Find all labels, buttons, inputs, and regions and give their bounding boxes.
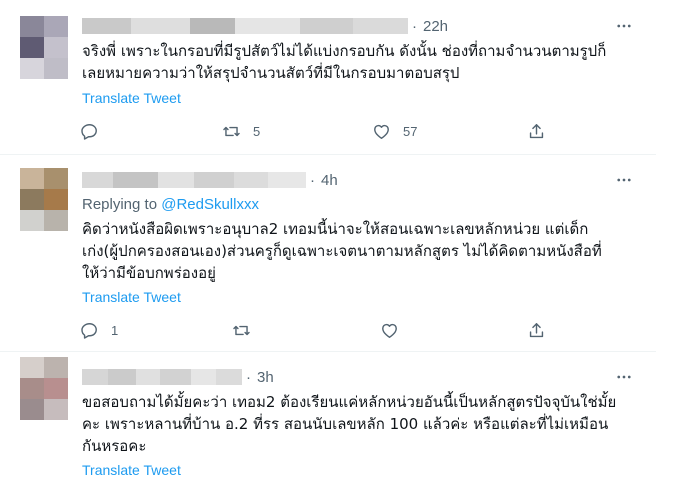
separator-dot: · bbox=[412, 17, 417, 35]
retweet-icon bbox=[223, 126, 240, 136]
tweet-header: · 4h bbox=[82, 170, 338, 190]
like-icon bbox=[382, 323, 397, 338]
retweet-button[interactable]: 5 bbox=[222, 120, 260, 142]
share-button[interactable] bbox=[527, 120, 546, 142]
avatar-pixel bbox=[44, 399, 68, 420]
avatar-pixel bbox=[44, 58, 68, 79]
tweet-text: คิดว่าหนังสือผิดเพราะอนุบาล2 เทอมนี้น่าจ… bbox=[82, 220, 602, 282]
translate-tweet-link[interactable]: Translate Tweet bbox=[82, 462, 181, 478]
more-horizontal-icon[interactable] bbox=[614, 170, 634, 190]
tweet-header: · 3h bbox=[82, 367, 274, 387]
blurred-username[interactable] bbox=[82, 18, 408, 34]
reply-button[interactable] bbox=[80, 120, 111, 142]
reply-count: 1 bbox=[111, 322, 119, 338]
more-horizontal-icon[interactable] bbox=[614, 16, 634, 36]
separator-dot: · bbox=[310, 171, 315, 189]
blurred-username[interactable] bbox=[82, 172, 306, 188]
reply-icon bbox=[81, 123, 97, 140]
translate-tweet-link[interactable]: Translate Tweet bbox=[82, 289, 181, 305]
share-button[interactable] bbox=[527, 319, 546, 341]
share-icon bbox=[529, 322, 544, 337]
blurred-username[interactable] bbox=[82, 369, 242, 385]
avatar-pixel bbox=[20, 210, 44, 231]
tweet-time[interactable]: 3h bbox=[257, 369, 274, 386]
avatar-pixel bbox=[20, 37, 44, 58]
tweet[interactable]: · 22h จริงพี่ เพราะในกรอบที่มีรูปสัตว์ไม… bbox=[0, 0, 656, 155]
share-icon bbox=[529, 123, 544, 138]
like-count: 57 bbox=[403, 123, 418, 139]
tweet-actions: 1 bbox=[80, 319, 550, 341]
tweet-time[interactable]: 22h bbox=[423, 18, 448, 35]
retweet-icon bbox=[233, 325, 250, 335]
avatar-pixel bbox=[20, 168, 44, 189]
avatar-pixel bbox=[44, 37, 68, 58]
tweet-text: ขอสอบถามได้มั้ยคะว่า เทอม2 ต้องเรียนแค่ห… bbox=[82, 393, 617, 455]
retweet-button[interactable] bbox=[232, 319, 263, 341]
replying-handle[interactable]: @RedSkullxxx bbox=[161, 196, 259, 213]
avatar-pixel bbox=[20, 357, 44, 378]
tweet[interactable]: · 3h ขอสอบถามได้มั้ยคะว่า เทอม2 ต้องเรีย… bbox=[0, 353, 656, 487]
avatar-pixel bbox=[20, 16, 44, 37]
tweet[interactable]: · 4h Replying to @RedSkullxxx คิดว่าหนัง… bbox=[0, 156, 656, 352]
avatar[interactable] bbox=[20, 16, 68, 80]
like-button[interactable] bbox=[380, 319, 411, 341]
like-button[interactable]: 57 bbox=[372, 120, 417, 142]
avatar-pixel bbox=[44, 357, 68, 378]
avatar-pixel bbox=[44, 210, 68, 231]
tweet-text: จริงพี่ เพราะในกรอบที่มีรูปสัตว์ไม่ได้แบ… bbox=[82, 42, 607, 82]
separator-dot: · bbox=[246, 368, 251, 386]
avatar[interactable] bbox=[20, 168, 68, 232]
like-icon bbox=[374, 124, 389, 139]
avatar-pixel bbox=[44, 16, 68, 37]
tweet-header: · 22h bbox=[82, 16, 448, 36]
replying-prefix: Replying to bbox=[82, 196, 158, 213]
avatar-pixel bbox=[20, 58, 44, 79]
avatar-pixel bbox=[20, 189, 44, 210]
avatar-pixel bbox=[44, 189, 68, 210]
tweet-time[interactable]: 4h bbox=[321, 172, 338, 189]
avatar-pixel bbox=[44, 168, 68, 189]
translate-tweet-link[interactable]: Translate Tweet bbox=[82, 90, 181, 106]
avatar[interactable] bbox=[20, 357, 68, 421]
avatar-pixel bbox=[20, 378, 44, 399]
avatar-pixel bbox=[44, 378, 68, 399]
reply-icon bbox=[81, 322, 97, 339]
reply-button[interactable]: 1 bbox=[80, 319, 118, 341]
replying-to: Replying to @RedSkullxxx bbox=[82, 196, 259, 213]
avatar-pixel bbox=[20, 399, 44, 420]
retweet-count: 5 bbox=[253, 123, 261, 139]
more-horizontal-icon[interactable] bbox=[614, 367, 634, 387]
tweet-actions: 5 57 bbox=[80, 120, 550, 142]
